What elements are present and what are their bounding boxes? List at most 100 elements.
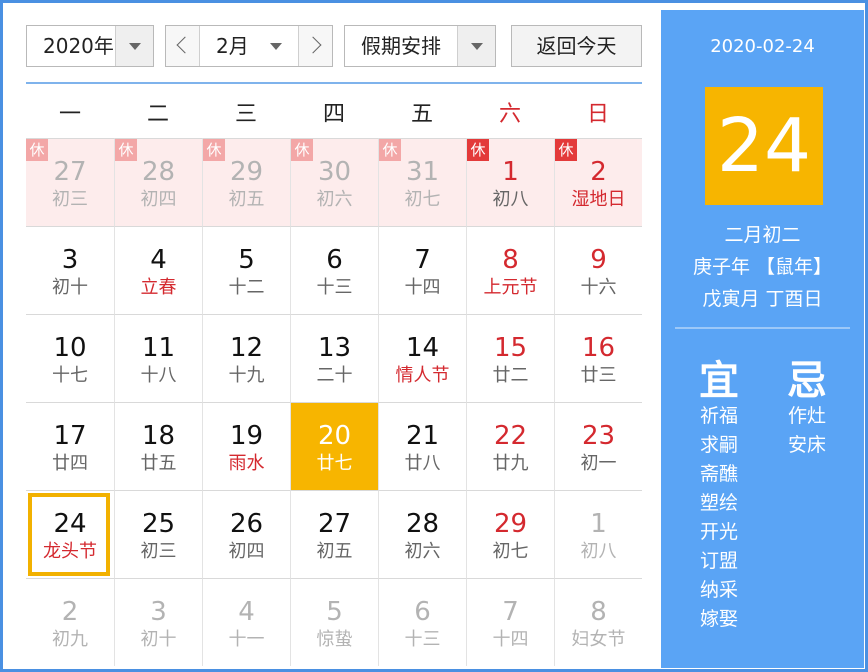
calendar-day-cell[interactable]: 22 廿九 bbox=[466, 402, 554, 490]
lunar-label: 初三 bbox=[52, 189, 88, 210]
lunar-label: 初五 bbox=[228, 189, 265, 210]
day-number: 30 bbox=[317, 157, 352, 187]
day-number: 26 bbox=[229, 509, 264, 539]
chevron-down-icon[interactable] bbox=[270, 43, 282, 50]
calendar-day-cell[interactable]: 休 30 初六 bbox=[290, 138, 378, 226]
calendar-widget: 2020年 2月 假期安排 返回今天 一 二 三 四 五 六 日 休 27 初三… bbox=[0, 0, 868, 672]
calendar-day-cell[interactable]: 休 31 初七 bbox=[378, 138, 466, 226]
ganzhi-year: 庚子年 【鼠年】 bbox=[692, 256, 833, 278]
yi-item: 塑绘 bbox=[699, 492, 738, 514]
lunar-label: 十一 bbox=[228, 629, 265, 650]
calendar-day-cell[interactable]: 8 妇女节 bbox=[554, 578, 642, 666]
back-to-today-button[interactable]: 返回今天 bbox=[511, 25, 642, 67]
calendar-day-cell[interactable]: 休 1 初八 bbox=[466, 138, 554, 226]
lunar-label: 十八 bbox=[140, 365, 177, 386]
day-number: 21 bbox=[405, 421, 440, 451]
calendar-day-cell[interactable]: 3 初十 bbox=[114, 578, 202, 666]
lunar-label: 廿九 bbox=[492, 453, 529, 474]
holiday-select[interactable]: 假期安排 bbox=[344, 25, 496, 67]
chevron-right-icon bbox=[304, 36, 322, 54]
day-number: 29 bbox=[493, 509, 528, 539]
lunar-label: 初十 bbox=[52, 277, 88, 298]
calendar-day-cell[interactable]: 13 二十 bbox=[290, 314, 378, 402]
day-number: 16 bbox=[581, 333, 616, 363]
calendar-day-cell[interactable]: 5 惊蛰 bbox=[290, 578, 378, 666]
calendar-day-cell[interactable]: 12 十九 bbox=[202, 314, 290, 402]
calendar-day-cell[interactable]: 10 十七 bbox=[26, 314, 114, 402]
lunar-label: 初七 bbox=[492, 541, 529, 562]
calendar-day-cell[interactable]: 6 十三 bbox=[290, 226, 378, 314]
day-number: 28 bbox=[141, 157, 176, 187]
year-select-toggle[interactable] bbox=[115, 26, 153, 66]
day-number: 7 bbox=[414, 245, 431, 275]
chevron-left-icon bbox=[176, 36, 194, 54]
yi-item: 求嗣 bbox=[699, 434, 738, 456]
ji-item: 作灶 bbox=[787, 405, 826, 427]
lunar-label: 初八 bbox=[492, 189, 529, 210]
calendar-day-cell[interactable]: 4 十一 bbox=[202, 578, 290, 666]
day-number: 6 bbox=[414, 597, 431, 627]
day-number: 1 bbox=[502, 157, 519, 187]
day-number: 4 bbox=[150, 245, 167, 275]
calendar-day-cell[interactable]: 5 十二 bbox=[202, 226, 290, 314]
calendar-day-cell[interactable]: 23 初一 bbox=[554, 402, 642, 490]
calendar-day-cell[interactable]: 6 十三 bbox=[378, 578, 466, 666]
calendar-day-cell[interactable]: 27 初五 bbox=[290, 490, 378, 578]
toolbar-divider bbox=[26, 82, 642, 84]
holiday-select-toggle[interactable] bbox=[457, 26, 495, 66]
calendar-day-cell[interactable]: 休 28 初四 bbox=[114, 138, 202, 226]
lunar-label: 廿八 bbox=[404, 453, 441, 474]
day-number: 7 bbox=[502, 597, 519, 627]
calendar-day-cell[interactable]: 18 廿五 bbox=[114, 402, 202, 490]
calendar-day-cell[interactable]: 8 上元节 bbox=[466, 226, 554, 314]
next-month-button[interactable] bbox=[298, 26, 332, 66]
ji-list: 作灶 安床 bbox=[777, 402, 837, 460]
calendar-day-cell[interactable]: 1 初八 bbox=[554, 490, 642, 578]
calendar-grid: 休 27 初三休 28 初四休 29 初五休 30 初六休 31 初七休 1 初八休 2 湿地日 3 初十 4 立春… bbox=[26, 138, 642, 666]
calendar-day-cell[interactable]: 4 立春 bbox=[114, 226, 202, 314]
calendar-day-cell[interactable]: 21 廿八 bbox=[378, 402, 466, 490]
lunar-label: 十四 bbox=[404, 277, 441, 298]
day-number: 13 bbox=[317, 333, 352, 363]
calendar-day-cell[interactable]: 11 十八 bbox=[114, 314, 202, 402]
lunar-label: 廿四 bbox=[52, 453, 88, 474]
calendar-day-cell[interactable]: 3 初十 bbox=[26, 226, 114, 314]
day-number: 31 bbox=[405, 157, 440, 187]
calendar-day-cell[interactable]: 7 十四 bbox=[378, 226, 466, 314]
prev-month-button[interactable] bbox=[166, 26, 200, 66]
lunar-label: 廿五 bbox=[140, 453, 177, 474]
calendar-day-cell[interactable]: 29 初七 bbox=[466, 490, 554, 578]
calendar-day-cell[interactable]: 26 初四 bbox=[202, 490, 290, 578]
day-number: 25 bbox=[141, 509, 176, 539]
year-select[interactable]: 2020年 bbox=[26, 25, 154, 67]
calendar-toolbar: 2020年 2月 假期安排 返回今天 bbox=[26, 25, 642, 67]
calendar-day-cell[interactable]: 14 情人节 bbox=[378, 314, 466, 402]
calendar-day-cell[interactable]: 7 十四 bbox=[466, 578, 554, 666]
month-select-value[interactable]: 2月 bbox=[216, 26, 249, 66]
lunar-label: 初九 bbox=[52, 629, 88, 650]
chevron-down-icon bbox=[129, 43, 141, 50]
calendar-day-cell[interactable]: 休 29 初五 bbox=[202, 138, 290, 226]
calendar-day-cell[interactable]: 17 廿四 bbox=[26, 402, 114, 490]
calendar-day-cell[interactable]: 16 廿三 bbox=[554, 314, 642, 402]
calendar-day-cell[interactable]: 15 廿二 bbox=[466, 314, 554, 402]
calendar-day-cell[interactable]: 休 27 初三 bbox=[26, 138, 114, 226]
day-number: 11 bbox=[141, 333, 176, 363]
calendar-day-cell[interactable]: 24 龙头节 bbox=[26, 490, 114, 578]
calendar-day-cell[interactable]: 28 初六 bbox=[378, 490, 466, 578]
weekday-label: 五 bbox=[410, 102, 433, 127]
day-number: 22 bbox=[493, 421, 528, 451]
calendar-day-cell[interactable]: 休 2 湿地日 bbox=[554, 138, 642, 226]
lunar-label: 初一 bbox=[580, 453, 617, 474]
lunar-label: 十九 bbox=[228, 365, 265, 386]
calendar-day-cell[interactable]: 19 雨水 bbox=[202, 402, 290, 490]
calendar-day-cell[interactable]: 9 十六 bbox=[554, 226, 642, 314]
calendar-day-cell[interactable]: 25 初三 bbox=[114, 490, 202, 578]
day-number: 14 bbox=[405, 333, 440, 363]
lunar-label: 十四 bbox=[492, 629, 529, 650]
lunar-label: 湿地日 bbox=[571, 189, 626, 210]
calendar-day-cell[interactable]: 2 初九 bbox=[26, 578, 114, 666]
calendar-day-cell[interactable]: 20 廿七 bbox=[290, 402, 378, 490]
day-number: 12 bbox=[229, 333, 264, 363]
lunar-label: 初六 bbox=[404, 541, 441, 562]
